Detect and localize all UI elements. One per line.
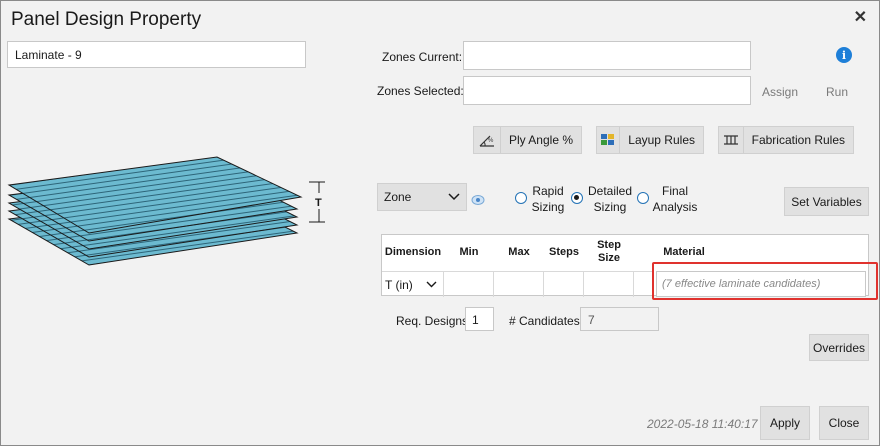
scope-select[interactable]: Zone [377,183,467,211]
final-analysis-radio[interactable] [637,192,649,204]
candidates-field: 7 [580,307,659,331]
close-button[interactable]: Close [819,406,869,440]
header-steps: Steps [549,245,579,258]
scope-select-value: Zone [384,190,412,204]
header-step-size-line1: Step [597,239,621,251]
apply-button[interactable]: Apply [760,406,810,440]
header-step-size-line2: Size [597,252,620,264]
fabrication-rules-button[interactable]: Fabrication Rules [718,126,854,154]
row-dimension-cell[interactable]: T (in) [382,271,444,297]
close-icon[interactable]: ✕ [854,10,867,26]
zones-selected-label: Zones Selected: [377,84,464,98]
row-min-cell[interactable] [444,271,494,297]
rapid-sizing-line2: Sizing [531,200,565,214]
header-step-size: Step Size [584,235,634,269]
layup-rules-button[interactable]: Layup Rules [596,126,704,154]
laminate-stack-illustration: T [7,156,325,266]
timestamp: 2022-05-18 11:40:17 [647,417,758,431]
candidates-value: 7 [588,313,595,327]
final-analysis-label: Final Analysis [651,183,699,215]
title-bar: Panel Design Property ✕ [1,1,879,37]
ply-angle-button[interactable]: % Ply Angle % [473,126,582,154]
row-steps-cell[interactable] [544,271,584,297]
dialog-title: Panel Design Property [11,9,202,30]
header-dimension: Dimension [384,245,442,258]
detailed-sizing-label: Detailed Sizing [585,183,635,215]
laminate-name-field[interactable]: Laminate - 9 [7,41,306,68]
detailed-sizing-line1: Detailed [587,184,633,198]
req-designs-label: Req. Designs [396,314,469,328]
set-variables-button[interactable]: Set Variables [784,187,869,216]
final-analysis-line2: Analysis [652,200,698,214]
req-designs-input[interactable]: 1 [465,307,494,331]
chevron-down-icon [448,193,460,201]
req-designs-value: 1 [472,313,479,327]
zones-selected-field[interactable] [463,76,751,105]
panel-design-property-dialog: Panel Design Property ✕ Laminate - 9 T Z… [0,0,880,446]
thickness-label: T [315,197,322,209]
detailed-sizing-radio[interactable] [571,192,583,204]
zones-current-label: Zones Current: [382,50,463,64]
header-min: Min [459,245,479,258]
info-icon[interactable]: i [836,47,852,63]
rapid-sizing-radio[interactable] [515,192,527,204]
layup-rules-icon [597,127,621,153]
fabrication-rules-icon [719,127,744,153]
laminate-name-value: Laminate - 9 [15,48,82,62]
header-max: Max [508,245,530,258]
dimension-chevron-down-icon [426,281,437,288]
zones-current-field[interactable] [463,41,751,70]
final-analysis-line1: Final [661,184,688,198]
row-step-size-cell[interactable] [584,271,634,297]
detailed-sizing-line2: Sizing [593,200,627,214]
assign-button[interactable]: Assign [762,85,798,99]
rapid-sizing-line1: Rapid [532,184,564,198]
header-material: Material [663,245,705,258]
layup-rules-label: Layup Rules [628,133,695,147]
scope-info-icon[interactable] [470,194,486,206]
rapid-sizing-label: Rapid Sizing [529,183,567,215]
candidates-label: # Candidates [509,314,580,328]
material-candidates-field[interactable]: (7 effective laminate candidates) [656,271,866,297]
fabrication-rules-label: Fabrication Rules [751,133,845,147]
overrides-button[interactable]: Overrides [809,334,869,361]
run-button[interactable]: Run [826,85,848,99]
svg-text:%: % [488,138,494,144]
row-dimension-value: T (in) [385,277,413,292]
row-max-cell[interactable] [494,271,544,297]
row-spacer-cell [634,271,654,297]
ply-angle-label: Ply Angle % [508,133,573,147]
ply-angle-icon: % [474,127,501,153]
